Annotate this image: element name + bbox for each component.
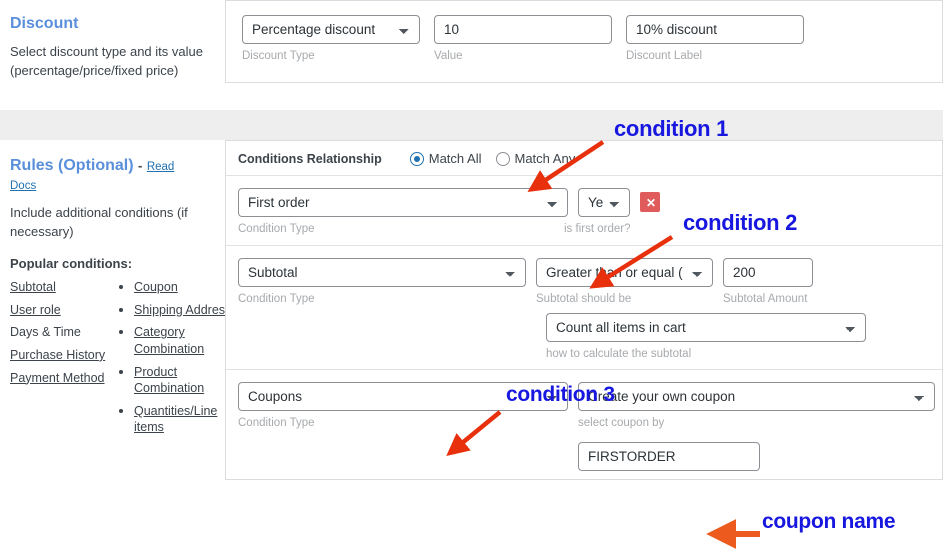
condition-3-source-field: Create your own coupon select coupon by — [578, 382, 935, 472]
radio-match-all[interactable]: Match All — [409, 151, 482, 166]
radio-match-any[interactable]: Match Any — [495, 151, 576, 166]
condition-link-subtotal[interactable]: Subtotal — [10, 280, 56, 294]
condition-row-2-subline: Count all items in cart how to calculate… — [238, 312, 930, 362]
popular-conditions-lists: Subtotal User role Days & Time Purchase … — [10, 279, 231, 442]
list-item: Shipping Address — [134, 302, 239, 319]
rules-section: Rules (Optional) - Read Docs Include add… — [0, 140, 943, 481]
radio-match-all-label: Match All — [428, 151, 482, 166]
annotation-coupon-name: coupon name — [762, 510, 896, 533]
radio-match-any-label: Match Any — [514, 151, 576, 166]
condition-2-type-field: Subtotal Condition Type — [238, 257, 526, 307]
condition-link-quantities-line-items[interactable]: Quantities/Line items — [134, 404, 217, 435]
condition-row-1: First order Condition Type Yes is first … — [226, 175, 942, 245]
conditions-panel: Conditions Relationship Match All Match … — [225, 140, 943, 481]
discount-type-helper: Discount Type — [242, 50, 315, 62]
condition-2-operator-helper: Subtotal should be — [536, 292, 632, 305]
condition-row-3: Coupons Condition Type Create your own c… — [226, 369, 942, 479]
popular-conditions-list-right: Coupon Shipping Address Category Combina… — [116, 279, 239, 442]
condition-1-value-select[interactable]: Yes — [578, 188, 630, 217]
radio-icon-selected[interactable] — [409, 151, 424, 166]
discount-value-helper: Value — [434, 50, 463, 62]
discount-type-field: Percentage discount Discount Type — [242, 15, 420, 64]
discount-label-field: Discount Label — [626, 15, 804, 64]
condition-2-operator-field: Greater than or equal ( >= ) Subtotal sh… — [536, 257, 713, 307]
list-item: Subtotal — [10, 279, 112, 296]
condition-link-payment-method[interactable]: Payment Method — [10, 371, 105, 385]
list-item: Payment Method — [10, 370, 112, 387]
condition-2-amount-input[interactable] — [723, 257, 813, 287]
list-item: User role — [10, 302, 112, 319]
list-item: Purchase History — [10, 347, 112, 364]
discount-type-select[interactable]: Percentage discount — [242, 15, 420, 44]
condition-3-type-helper: Condition Type — [238, 417, 315, 430]
condition-1-value-helper: is first order? — [564, 223, 631, 235]
condition-2-type-helper: Condition Type — [238, 292, 315, 305]
discount-panel: Percentage discount Discount Type Value … — [225, 0, 943, 83]
rules-title: Rules (Optional) - Read Docs — [10, 156, 203, 194]
condition-1-value-field: Yes is first order? — [564, 188, 630, 237]
discount-value-field: Value — [434, 15, 612, 64]
list-item: Coupon — [134, 279, 239, 296]
discount-fields: Percentage discount Discount Type Value … — [226, 1, 942, 82]
discount-description: Select discount type and its value (perc… — [10, 44, 203, 79]
condition-2-operator-select[interactable]: Greater than or equal ( >= ) — [536, 257, 713, 287]
discount-section: Discount Select discount type and its va… — [0, 0, 943, 110]
conditions-relationship-row: Conditions Relationship Match All Match … — [226, 141, 942, 175]
condition-row-2: Subtotal Condition Type Greater than or … — [226, 244, 942, 370]
match-mode-radio-group: Match All Match Any — [409, 151, 576, 166]
condition-2-amount-helper: Subtotal Amount — [723, 292, 808, 305]
condition-1-type-field: First order Condition Type — [238, 188, 568, 237]
rules-sidebar: Rules (Optional) - Read Docs Include add… — [0, 140, 231, 450]
condition-2-amount-field: Subtotal Amount — [723, 257, 813, 307]
condition-3-coupon-name-input[interactable] — [578, 442, 760, 472]
condition-2-calc-helper: how to calculate the subtotal — [546, 347, 692, 360]
condition-2-type-select[interactable]: Subtotal — [238, 257, 526, 287]
condition-2-calc-select[interactable]: Count all items in cart — [546, 312, 866, 342]
rules-title-dash: - — [138, 158, 143, 173]
list-item: Days & Time — [10, 324, 112, 341]
popular-conditions-heading: Popular conditions: — [10, 256, 133, 272]
conditions-relationship-label: Conditions Relationship — [238, 151, 382, 166]
rules-title-text: Rules (Optional) — [10, 157, 134, 174]
condition-2-calc-field: Count all items in cart how to calculate… — [546, 312, 866, 362]
discount-title: Discount — [10, 15, 79, 32]
condition-link-category-combination[interactable]: Category Combination — [134, 325, 204, 356]
list-item: Quantities/Line items — [134, 403, 239, 436]
discount-label-input[interactable] — [626, 15, 804, 44]
section-divider-band — [0, 110, 943, 140]
condition-1-type-helper: Condition Type — [238, 223, 315, 235]
condition-row-2-line: Subtotal Condition Type Greater than or … — [238, 257, 930, 307]
condition-link-coupon[interactable]: Coupon — [134, 280, 178, 294]
discount-sidebar: Discount Select discount type and its va… — [0, 0, 225, 89]
condition-link-shipping-address[interactable]: Shipping Address — [134, 303, 231, 317]
condition-3-source-select[interactable]: Create your own coupon — [578, 382, 935, 412]
condition-3-type-field: Coupons Condition Type — [238, 382, 568, 431]
delete-condition-1-button[interactable]: ✕ — [640, 192, 660, 212]
condition-link-product-combination[interactable]: Product Combination — [134, 365, 204, 396]
condition-link-user-role[interactable]: User role — [10, 303, 61, 317]
condition-1-type-select[interactable]: First order — [238, 188, 568, 217]
condition-row-1-line: First order Condition Type Yes is first … — [238, 188, 930, 237]
discount-label-helper: Discount Label — [626, 50, 703, 62]
condition-3-type-select[interactable]: Coupons — [238, 382, 568, 412]
condition-3-source-helper: select coupon by — [578, 417, 665, 430]
condition-link-days-time[interactable]: Days & Time — [10, 325, 81, 339]
list-item: Category Combination — [134, 324, 239, 357]
rules-description: Include additional conditions (if necess… — [10, 205, 188, 240]
list-item: Product Combination — [134, 364, 239, 397]
popular-conditions-list-left: Subtotal User role Days & Time Purchase … — [10, 279, 112, 442]
discount-value-input[interactable] — [434, 15, 612, 44]
radio-icon-unselected[interactable] — [495, 151, 510, 166]
condition-link-purchase-history[interactable]: Purchase History — [10, 348, 105, 362]
condition-row-3-line: Coupons Condition Type Create your own c… — [238, 382, 935, 472]
